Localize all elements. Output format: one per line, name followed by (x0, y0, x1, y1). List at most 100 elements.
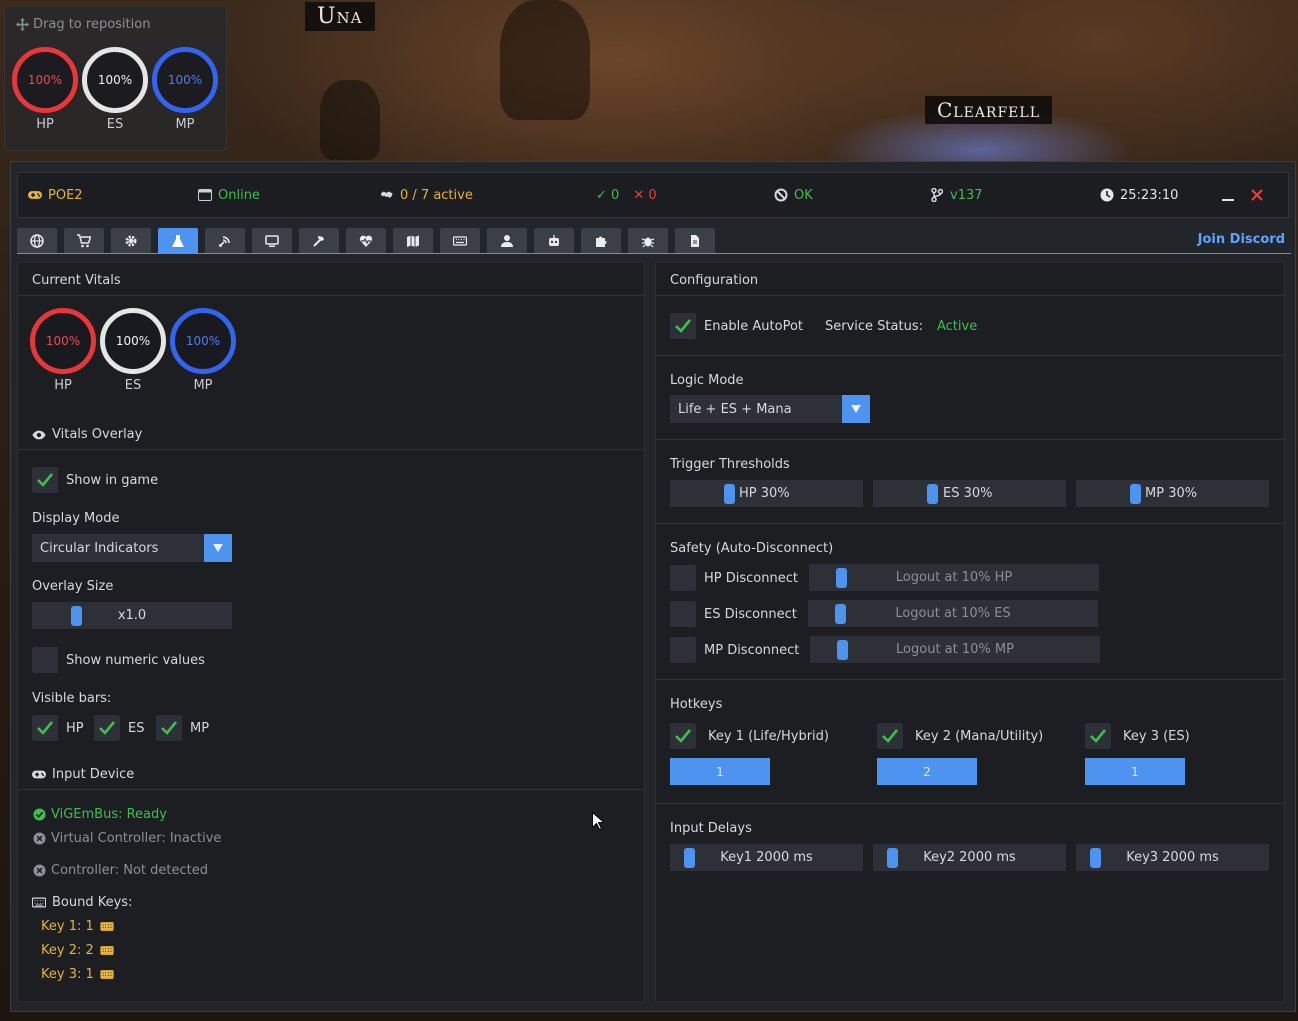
chevron-down-icon (204, 534, 232, 562)
tab-maps[interactable] (393, 228, 433, 253)
tab-display[interactable] (252, 228, 292, 253)
version-status: v137 (930, 173, 983, 217)
hp-ring: 100% (12, 47, 78, 113)
mini-vital-es: 100% ES (80, 47, 150, 132)
key3-delay-slider[interactable]: Key3 2000 ms (1076, 844, 1269, 871)
slider-handle[interactable] (1090, 848, 1101, 868)
checkmark-icon (37, 473, 54, 487)
mp-threshold-slider[interactable]: MP 30% (1076, 480, 1269, 507)
key3-checkbox[interactable] (1085, 723, 1111, 749)
key1-checkbox[interactable] (670, 723, 696, 749)
mp-logout-slider[interactable]: Logout at 10% MP (810, 636, 1100, 663)
slider-handle[interactable] (837, 640, 848, 660)
minimize-button[interactable] (1220, 187, 1236, 203)
tab-logs[interactable] (675, 228, 715, 253)
key2-bind-button[interactable]: 2 (877, 758, 977, 785)
slider-handle[interactable] (71, 606, 82, 626)
mp-ring: 100% (170, 308, 236, 374)
keyboard-icon (32, 896, 46, 910)
gamepad-icon (32, 768, 46, 782)
hotkeys-title: Hotkeys (670, 697, 723, 712)
join-discord-link[interactable]: Join Discord (1198, 232, 1285, 247)
x-circle-icon (32, 864, 46, 878)
bar-mp-checkbox[interactable] (156, 715, 182, 741)
area-label-clearfell[interactable]: Clearfell (925, 96, 1052, 124)
tab-health[interactable] (346, 228, 386, 253)
slider-handle[interactable] (1130, 484, 1141, 504)
active-count: 0 / 7 active (380, 173, 473, 217)
hp-threshold-slider[interactable]: HP 30% (670, 480, 863, 507)
bar-es-label: ES (128, 721, 145, 736)
npc-label-una[interactable]: Una (305, 2, 375, 31)
move-icon (15, 18, 29, 32)
hp-label: HP (54, 378, 72, 393)
logic-mode-label: Logic Mode (670, 373, 744, 388)
tab-bar: Join Discord (17, 228, 1291, 254)
chevron-down-icon (842, 395, 870, 423)
tab-settings[interactable] (111, 228, 151, 253)
key1-delay-slider[interactable]: Key1 2000 ms (670, 844, 863, 871)
key1-delay-value: Key1 2000 ms (720, 850, 813, 865)
bound-keys-label: Bound Keys: (32, 895, 132, 910)
puzzle-icon (596, 236, 607, 247)
slider-handle[interactable] (724, 484, 735, 504)
keyboard-icon (100, 968, 114, 982)
bar-hp-checkbox[interactable] (32, 715, 58, 741)
failure-count: ✕ 0 (633, 187, 657, 203)
tab-autopot[interactable] (158, 228, 198, 253)
heartbeat-icon (359, 235, 373, 247)
slider-handle[interactable] (836, 568, 847, 588)
slider-handle[interactable] (887, 848, 898, 868)
es-disconnect-checkbox[interactable] (670, 601, 696, 627)
slider-handle[interactable] (927, 484, 938, 504)
checkmark-icon (99, 721, 116, 735)
hp-disconnect-checkbox[interactable] (670, 565, 696, 591)
es-ring: 100% (100, 308, 166, 374)
key3-bind-button[interactable]: 1 (1085, 758, 1185, 785)
close-button[interactable] (1250, 188, 1264, 202)
key2-delay-slider[interactable]: Key2 2000 ms (873, 844, 1066, 871)
overlay-size-slider[interactable]: x1.0 (32, 602, 232, 629)
mp-threshold-value: MP 30% (1145, 486, 1198, 501)
divider (18, 789, 644, 790)
hp-logout-slider[interactable]: Logout at 10% HP (809, 564, 1099, 591)
slider-handle[interactable] (835, 604, 846, 624)
monitor-icon (265, 234, 279, 247)
tab-signal[interactable] (205, 228, 245, 253)
clock-text: 25:23:10 (1120, 187, 1179, 203)
tab-plugins[interactable] (581, 228, 621, 253)
show-numeric-checkbox[interactable] (32, 647, 58, 673)
divider (656, 679, 1284, 680)
enable-autopot-checkbox[interactable] (670, 313, 696, 339)
right-panel: Configuration Enable AutoPot Service Sta… (655, 262, 1285, 1002)
tab-bot[interactable] (534, 228, 574, 253)
tab-crafting[interactable] (299, 228, 339, 253)
globe-icon (30, 233, 44, 248)
bar-es-checkbox[interactable] (94, 715, 120, 741)
tab-keybinds[interactable] (440, 228, 480, 253)
display-mode-select[interactable]: Circular Indicators (32, 534, 232, 562)
drag-handle[interactable]: Drag to reposition (15, 17, 150, 32)
es-logout-slider[interactable]: Logout at 10% ES (808, 600, 1098, 627)
tab-debug[interactable] (628, 228, 668, 253)
check-circle-icon (32, 808, 46, 822)
connection-text: Online (218, 187, 260, 203)
vitals-overlay-widget[interactable]: Drag to reposition 100% HP 100% ES 100% … (4, 6, 227, 151)
tab-shop[interactable] (64, 228, 104, 253)
checkmark-icon (675, 729, 692, 743)
key2-checkbox[interactable] (877, 723, 903, 749)
es-disconnect-label: ES Disconnect (704, 607, 797, 622)
slider-handle[interactable] (684, 848, 695, 868)
key1-bind-button[interactable]: 1 (670, 758, 770, 785)
clock-icon (1100, 188, 1114, 202)
mp-ring: 100% (152, 47, 218, 113)
checkmark-icon (882, 729, 899, 743)
logic-mode-select[interactable]: Life + ES + Mana (670, 395, 870, 423)
tab-network[interactable] (17, 228, 57, 253)
keyboard-icon (100, 920, 114, 934)
tab-profile[interactable] (487, 228, 527, 253)
es-threshold-slider[interactable]: ES 30% (873, 480, 1066, 507)
mp-disconnect-checkbox[interactable] (670, 637, 696, 663)
show-in-game-checkbox[interactable] (32, 467, 58, 493)
hp-threshold-value: HP 30% (739, 486, 790, 501)
